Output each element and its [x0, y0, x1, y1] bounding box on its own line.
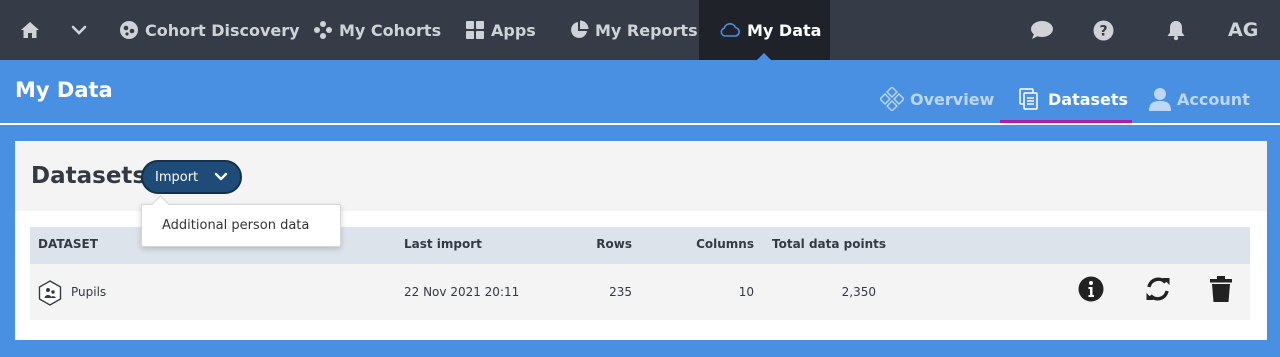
svg-text:?: ? — [1099, 23, 1107, 39]
tab-datasets[interactable]: Datasets — [1018, 77, 1128, 121]
trash-icon — [1209, 275, 1233, 307]
import-button-label: Import — [155, 169, 199, 185]
nav-my-cohorts[interactable]: My Cohorts — [313, 0, 441, 60]
column-header-dataset: DATASET — [38, 237, 98, 251]
home-icon — [20, 21, 40, 39]
cohort-discovery-icon — [119, 20, 139, 40]
delete-button[interactable] — [1206, 276, 1236, 306]
chevron-down-icon — [71, 25, 87, 35]
nav-label: My Reports — [595, 20, 698, 40]
refresh-button[interactable] — [1143, 276, 1173, 306]
import-button[interactable]: Import — [141, 160, 242, 194]
nav-dropdown-button[interactable] — [71, 0, 93, 60]
help-icon: ? — [1093, 20, 1114, 41]
dataset-name: Pupils — [71, 285, 107, 299]
table-row[interactable]: Pupils 22 Nov 2021 20:11 235 10 2,350 — [30, 264, 1250, 320]
info-icon — [1078, 276, 1104, 306]
top-navigation-bar: Cohort Discovery My Cohorts Apps My Repo… — [0, 0, 1280, 60]
nav-apps[interactable]: Apps — [465, 0, 536, 60]
page-title: My Data — [15, 78, 113, 102]
column-header-total-data-points: Total data points — [772, 237, 887, 251]
datasets-icon — [1018, 87, 1042, 111]
bell-icon — [1165, 19, 1187, 41]
help-button[interactable]: ? — [1093, 0, 1120, 60]
panel-title: Datasets — [31, 163, 147, 189]
apps-grid-icon — [465, 20, 485, 40]
nav-label: My Data — [747, 20, 822, 40]
tab-label: Datasets — [1048, 89, 1129, 109]
dataset-type-icon — [38, 280, 62, 310]
pie-chart-icon — [569, 20, 589, 40]
home-button[interactable] — [20, 0, 46, 60]
user-initials: AG — [1228, 19, 1259, 41]
column-header-last-import: Last import — [404, 237, 482, 251]
import-dropdown-menu: Additional person data — [141, 204, 341, 247]
active-nav-caret — [757, 53, 771, 60]
overview-icon — [880, 87, 904, 111]
nav-my-data[interactable]: My Data — [699, 0, 830, 60]
column-header-columns: Columns — [696, 237, 754, 251]
nav-label: Cohort Discovery — [145, 20, 300, 40]
user-menu-button[interactable]: AG — [1228, 0, 1258, 60]
panel-header: Datasets Import — [15, 141, 1267, 211]
import-menu-item-additional-person-data[interactable]: Additional person data — [162, 218, 309, 233]
nav-cohort-discovery[interactable]: Cohort Discovery — [119, 0, 300, 60]
user-icon — [1149, 87, 1171, 111]
notifications-button[interactable] — [1165, 0, 1193, 60]
nav-label: Apps — [491, 20, 536, 40]
cloud-icon — [719, 22, 741, 38]
dataset-columns: 10 — [738, 285, 754, 299]
dataset-rows: 235 — [609, 285, 632, 299]
tab-account[interactable]: Account — [1149, 77, 1250, 121]
chevron-down-icon — [214, 170, 228, 188]
cohorts-icon — [313, 20, 333, 40]
dataset-last-import: 22 Nov 2021 20:11 — [404, 285, 520, 299]
tab-label: Overview — [910, 89, 995, 109]
column-header-rows: Rows — [596, 237, 632, 251]
dataset-total-data-points: 2,350 — [841, 285, 876, 299]
chat-bubble-icon — [1030, 20, 1054, 40]
tab-overview[interactable]: Overview — [880, 77, 994, 121]
nav-label: My Cohorts — [339, 20, 442, 40]
chat-button[interactable] — [1030, 0, 1060, 60]
tab-label: Account — [1177, 89, 1250, 109]
header-divider — [0, 123, 1280, 125]
refresh-icon — [1144, 275, 1172, 307]
nav-my-reports[interactable]: My Reports — [569, 0, 698, 60]
datasets-panel: Datasets Import DATASET Last import Rows… — [15, 141, 1267, 340]
info-button[interactable] — [1076, 276, 1106, 306]
